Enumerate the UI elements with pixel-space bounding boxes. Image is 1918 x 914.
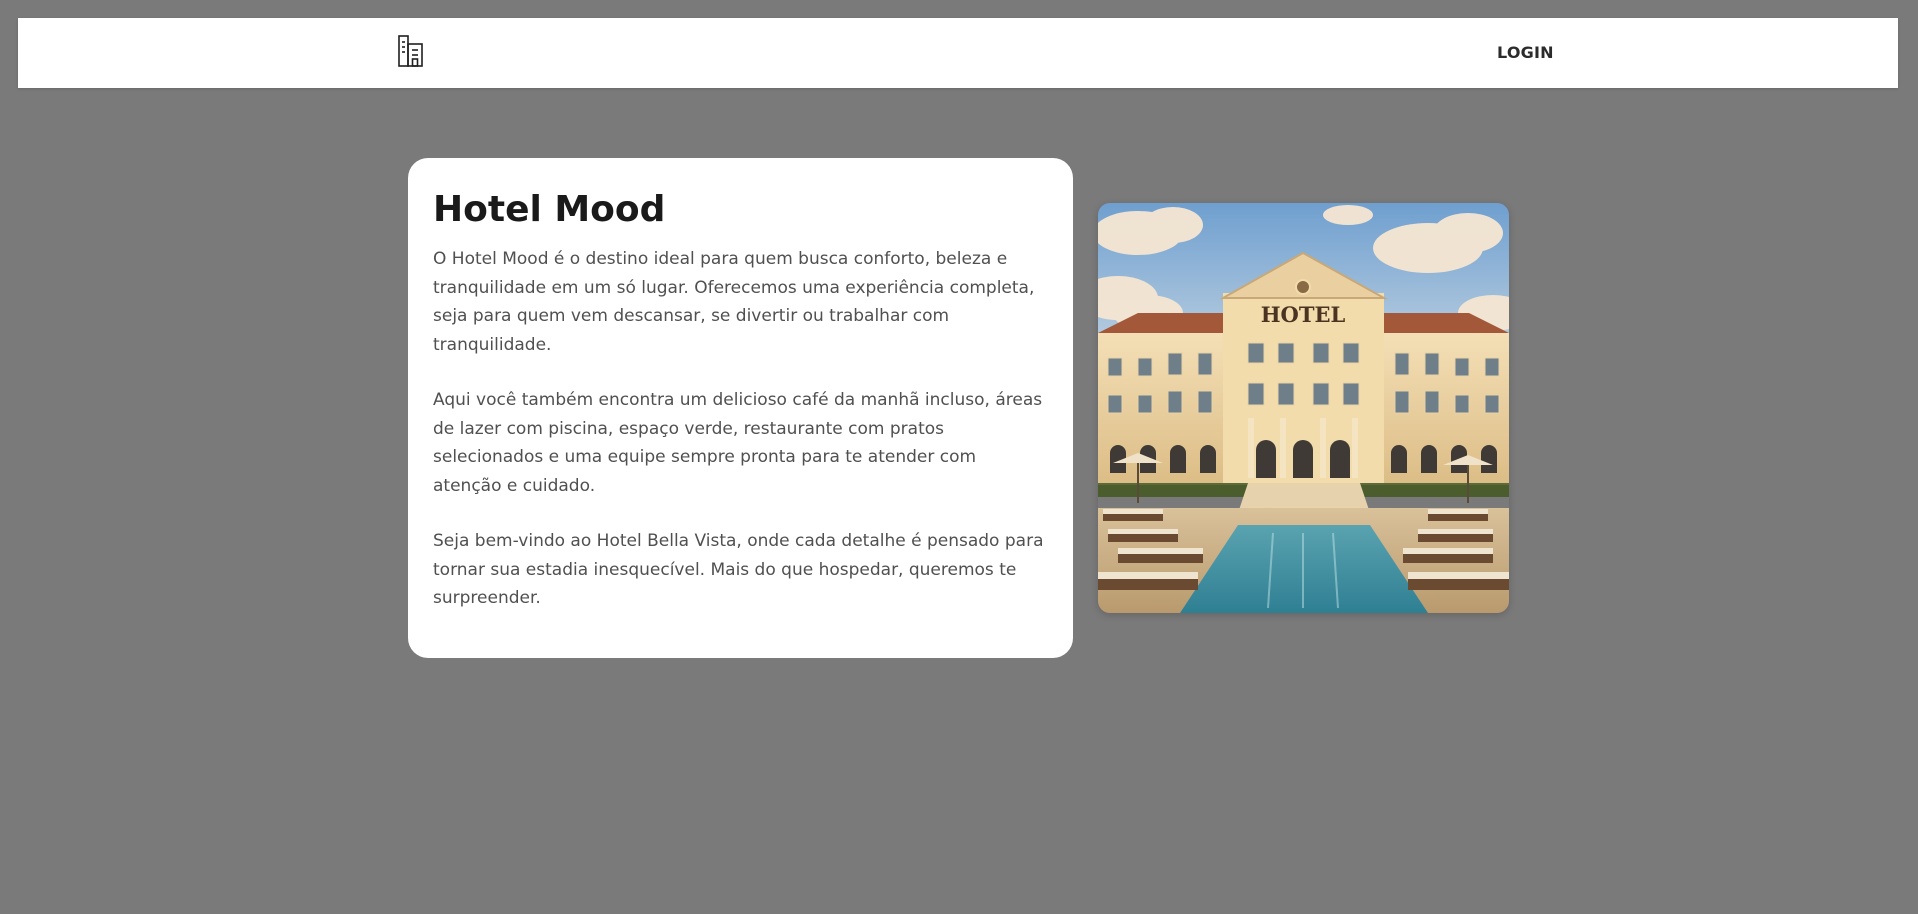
- intro-paragraph: O Hotel Mood é o destino ideal para quem…: [433, 249, 1035, 355]
- about-card: Hotel Mood O Hotel Mood é o destino idea…: [408, 158, 1073, 658]
- page-title: Hotel Mood: [433, 189, 666, 230]
- navbar: LOGIN: [18, 18, 1898, 88]
- building-icon[interactable]: [397, 34, 425, 68]
- amenities-paragraph: Aqui você também encontra um delicioso c…: [433, 390, 1043, 496]
- login-link[interactable]: LOGIN: [1497, 43, 1554, 62]
- hotel-sign: HOTEL: [1261, 302, 1346, 327]
- hotel-photo: HOTEL: [1098, 203, 1509, 613]
- welcome-paragraph: Seja bem-vindo ao Hotel Bella Vista, ond…: [433, 531, 1044, 609]
